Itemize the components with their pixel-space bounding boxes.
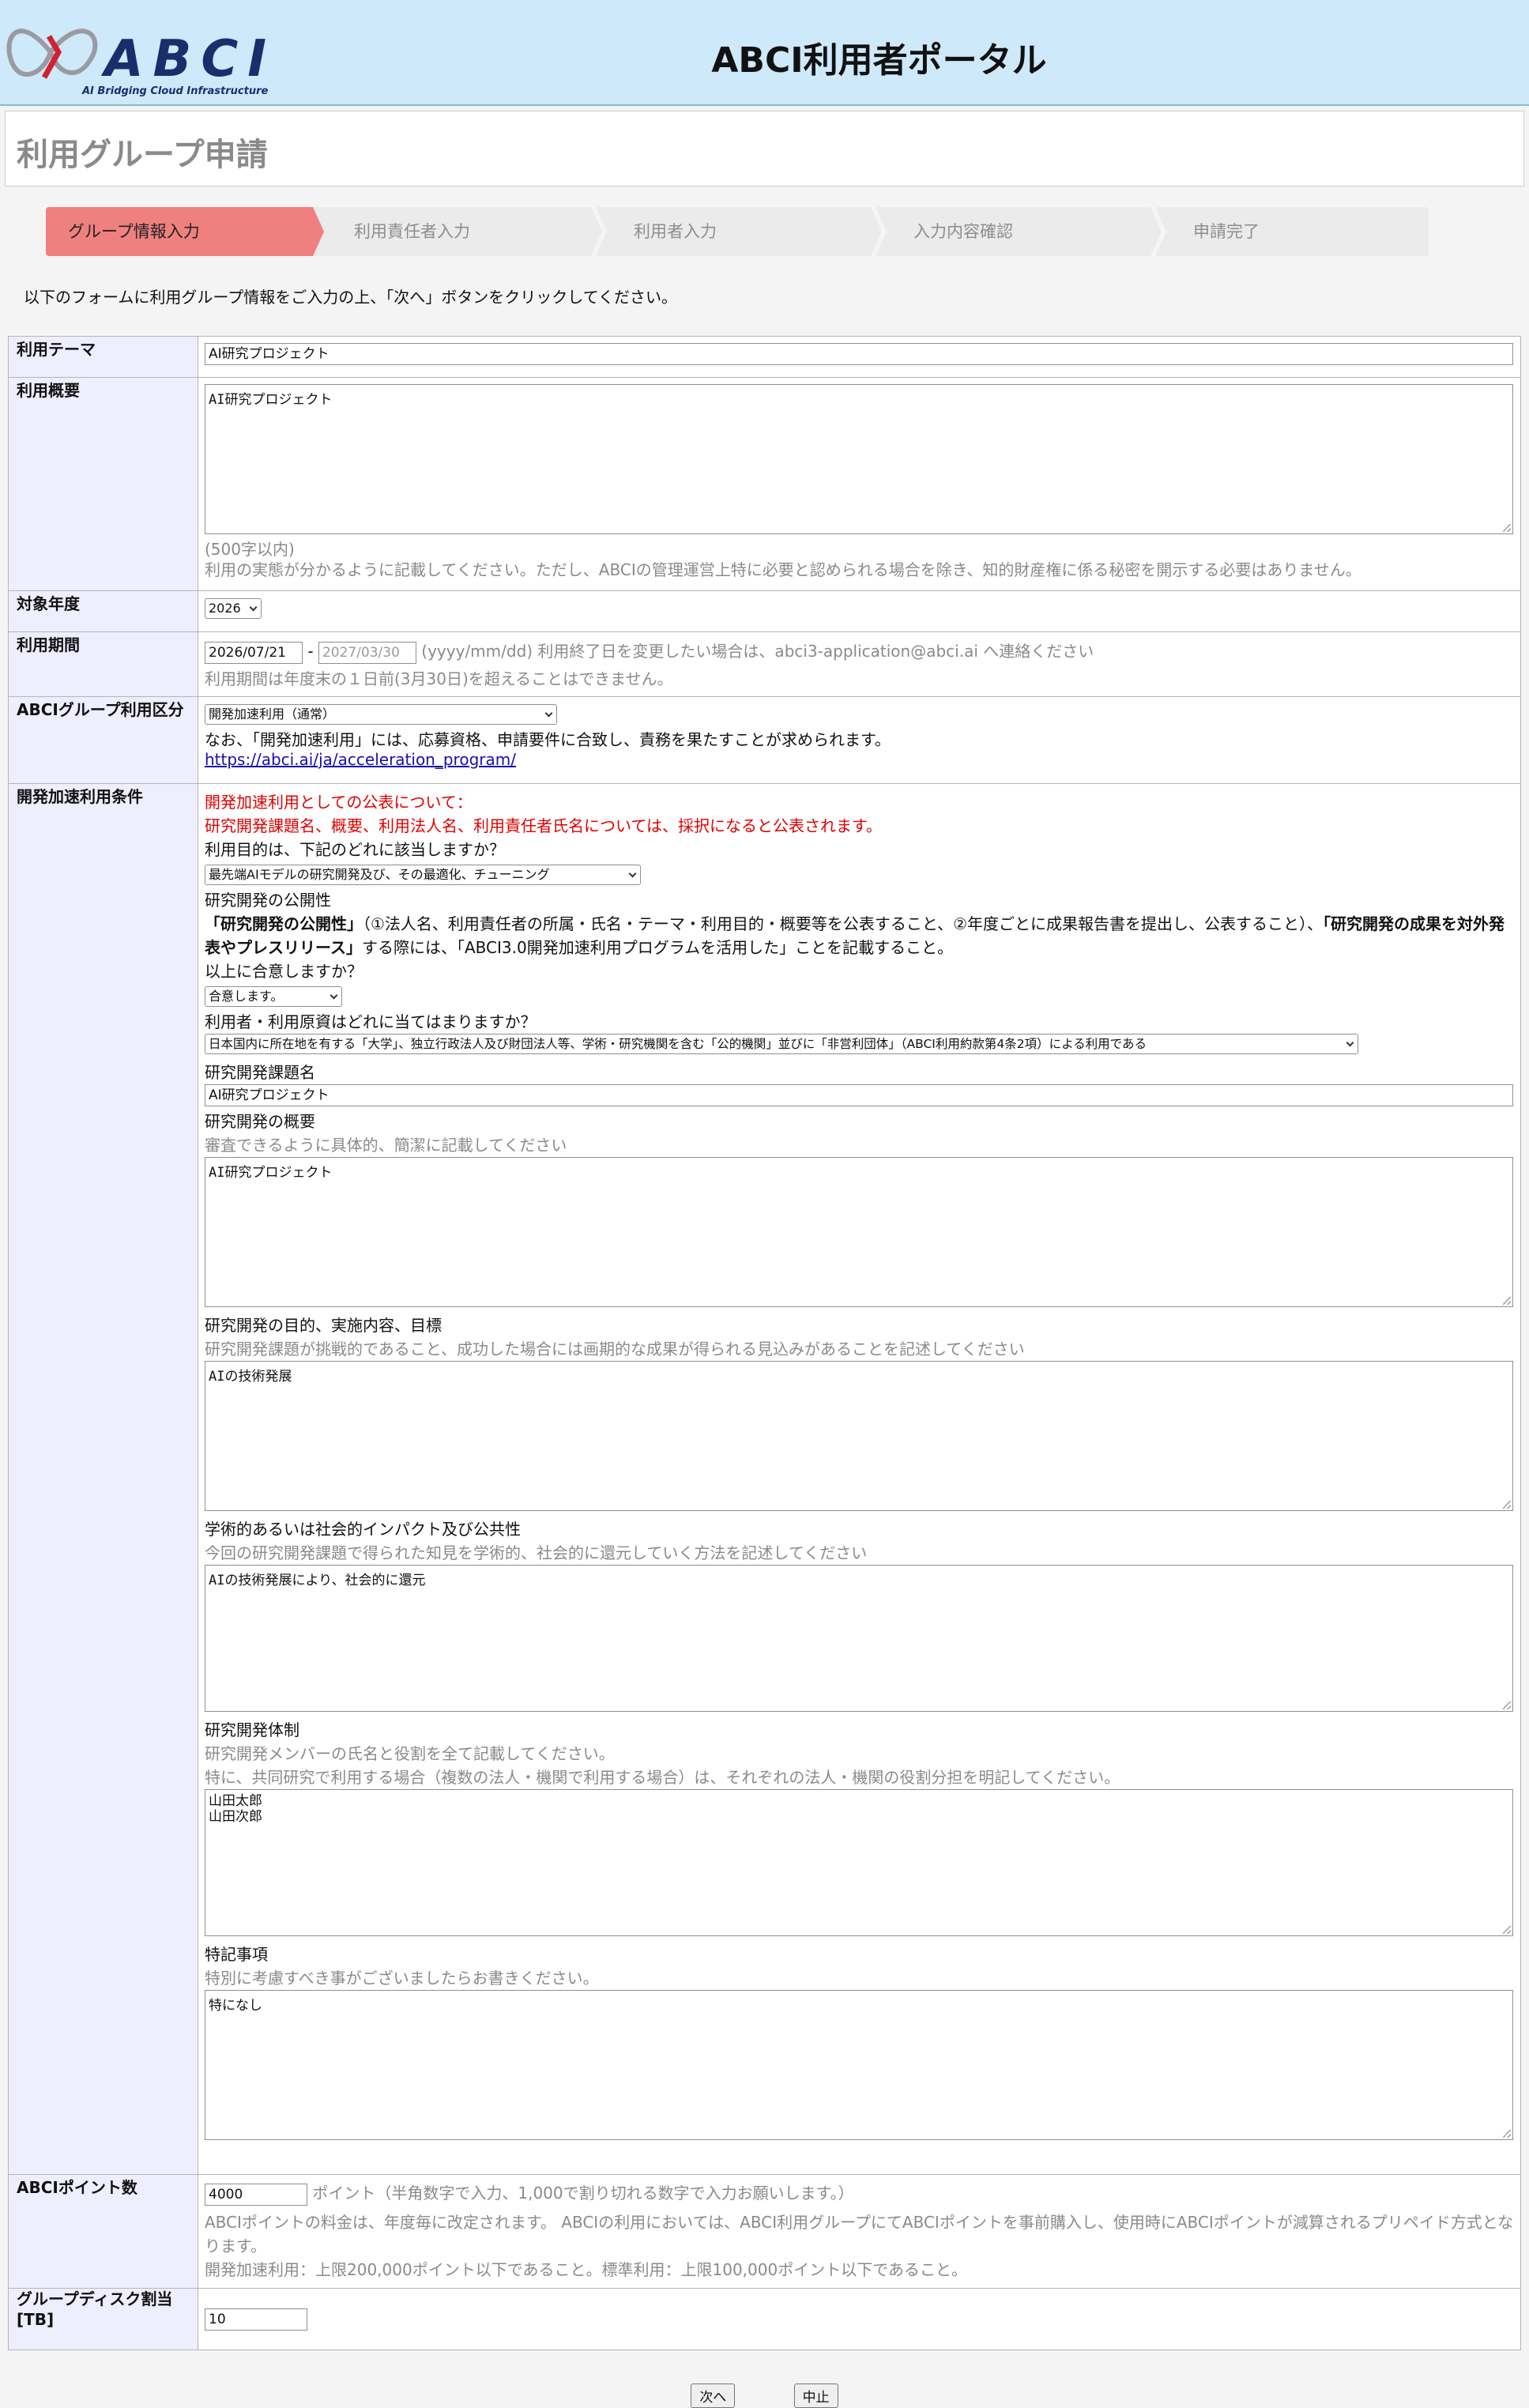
step-group-info: グループ情報入力	[46, 207, 324, 256]
progress-steps: グループ情報入力 利用責任者入力 利用者入力 入力内容確認 申請完了	[46, 207, 1429, 256]
project-goal-textarea[interactable]: AIの技術発展	[205, 1361, 1513, 1511]
year-label: 対象年度	[8, 590, 198, 632]
row-year: 対象年度 2026	[8, 590, 1521, 632]
publication-notice-text: 研究開発課題名、概要、利用法人名、利用責任者氏名については、採択になると公表され…	[205, 816, 882, 835]
step-users: 利用者入力	[634, 222, 717, 241]
period-start-input[interactable]: 2026/07/21	[205, 641, 303, 664]
period-label: 利用期間	[8, 631, 198, 697]
team-label: 研究開発体制	[205, 1720, 299, 1739]
group-application-form: 利用テーマ AI研究プロジェクト 利用概要 AI研究プロジェクト (500字以内…	[8, 336, 1521, 2350]
step-complete: 申請完了	[1193, 222, 1260, 241]
chevron-down-icon	[249, 603, 258, 612]
chevron-down-icon	[1346, 1038, 1354, 1047]
chevron-down-icon	[544, 709, 553, 718]
points-input[interactable]: 4000	[205, 2183, 307, 2206]
row-disk: グループディスク割当[TB] 10	[8, 2288, 1521, 2350]
logo-subtitle: AI Bridging Cloud Infrastructure	[82, 85, 269, 97]
cancel-button[interactable]: 中止	[793, 2384, 838, 2408]
overview-textarea[interactable]: AI研究プロジェクト	[205, 384, 1513, 534]
disk-input[interactable]: 10	[205, 2308, 307, 2331]
row-theme: 利用テーマ AI研究プロジェクト	[8, 336, 1521, 378]
project-summary-label: 研究開発の概要	[205, 1112, 315, 1131]
category-select[interactable]: 開発加速利用（通常）	[205, 704, 557, 725]
points-limit-note: 開発加速利用：上限200,000ポイント以下であること。標準利用：上限100,0…	[205, 2259, 968, 2279]
project-title-label: 研究開発課題名	[205, 1063, 315, 1082]
row-period: 利用期間 2026/07/21 - 2027/03/30 (yyyy/mm/dd…	[8, 631, 1521, 697]
period-separator: -	[307, 642, 314, 661]
period-format-note: (yyyy/mm/dd) 利用終了日を変更したい場合は、abci3-applic…	[421, 642, 1094, 661]
year-select[interactable]: 2026	[205, 598, 262, 619]
agree-question: 以上に合意しますか？	[205, 962, 363, 981]
step-responsible-person: 利用責任者入力	[354, 222, 470, 241]
portal-title: ABCI利用者ポータル	[711, 40, 1047, 81]
chevron-down-icon	[330, 991, 338, 1000]
special-notes-note: 特別に考慮すべき事がございましたらお書きください。	[205, 1969, 599, 1988]
disk-label: グループディスク割当[TB]	[8, 2288, 198, 2350]
form-buttons: 次へ 中止	[0, 2384, 1529, 2408]
overview-label: 利用概要	[8, 377, 198, 591]
points-price-note: ABCIポイントの料金は、年度毎に改定されます。 ABCIの利用においては、AB…	[205, 2212, 1514, 2255]
impact-textarea[interactable]: AIの技術発展により、社会的に還元	[205, 1565, 1513, 1712]
user-type-question: 利用者・利用原資はどれに当てはまりますか？	[205, 1012, 537, 1031]
page-title: 利用グループ申請	[17, 137, 268, 173]
openness-title: 研究開発の公開性	[205, 891, 331, 910]
period-end-input[interactable]: 2027/03/30	[318, 641, 416, 664]
overview-limit-note: (500字以内)	[205, 540, 295, 559]
points-label: ABCIポイント数	[8, 2174, 198, 2289]
special-notes-label: 特記事項	[205, 1945, 268, 1964]
impact-note: 今回の研究開発課題で得られた知見を学術的、社会的に還元していく方法を記述してくだ…	[205, 1543, 868, 1562]
purpose-question: 利用目的は、下記のどれに該当しますか？	[205, 840, 505, 859]
team-note-2: 特に、共同研究で利用する場合（複数の法人・機関で利用する場合）は、それぞれの法人…	[205, 1768, 1120, 1787]
step-confirm: 入力内容確認	[913, 222, 1013, 241]
theme-input[interactable]: AI研究プロジェクト	[205, 343, 1513, 365]
acceleration-label: 開発加速利用条件	[8, 783, 198, 2175]
openness-text: 「研究開発の公開性」（①法人名、利用責任者の所属・氏名・テーマ・利用目的・概要等…	[205, 914, 1505, 957]
team-textarea[interactable]: 山田太郎 山田次郎	[205, 1789, 1513, 1936]
instruction-text: 以下のフォームに利用グループ情報をご入力の上、「次へ」ボタンをクリックしてくださ…	[24, 288, 677, 307]
project-summary-note: 審査できるように具体的、簡潔に記載してください	[205, 1136, 567, 1155]
project-summary-textarea[interactable]: AI研究プロジェクト	[205, 1157, 1513, 1307]
row-points: ABCIポイント数 4000 ポイント（半角数字で入力、1,000で割り切れる数…	[8, 2174, 1521, 2289]
project-goal-note: 研究開発課題が挑戦的であること、成功した場合には画期的な成果が得られる見込みがあ…	[205, 1340, 1025, 1359]
purpose-select[interactable]: 最先端AIモデルの研究開発及び、その最適化、チューニング	[205, 865, 641, 885]
overview-note: 利用の実態が分かるように記載してください。ただし、ABCIの管理運営上特に必要と…	[205, 560, 1361, 579]
project-title-input[interactable]: AI研究プロジェクト	[205, 1084, 1513, 1106]
row-category: ABCIグループ利用区分 開発加速利用（通常） なお、「開発加速利用」には、応募…	[8, 696, 1521, 784]
row-overview: 利用概要 AI研究プロジェクト (500字以内) 利用の実態が分かるように記載し…	[8, 377, 1521, 591]
chevron-down-icon	[628, 869, 637, 878]
acceleration-program-link[interactable]: https://abci.ai/ja/acceleration_program/	[205, 750, 516, 769]
category-label: ABCIグループ利用区分	[8, 696, 198, 784]
next-button[interactable]: 次へ	[691, 2384, 736, 2408]
header: ABCI AI Bridging Cloud Infrastructure AB…	[0, 0, 1529, 106]
period-limit-note: 利用期間は年度末の１日前(3月30日)を超えることはできません。	[205, 669, 673, 688]
category-note: なお、「開発加速利用」には、応募資格、申請要件に合致し、責務を果たすことが求めら…	[205, 730, 891, 749]
theme-label: 利用テーマ	[8, 336, 198, 378]
publication-notice-title: 開発加速利用としての公表について：	[205, 793, 473, 812]
user-type-select[interactable]: 日本国内に所在地を有する「大学」、独立行政法人及び財団法人等、学術・研究機関を含…	[205, 1034, 1358, 1054]
project-goal-label: 研究開発の目的、実施内容、目標	[205, 1316, 442, 1335]
special-notes-textarea[interactable]: 特になし	[205, 1990, 1513, 2140]
points-unit-note: ポイント（半角数字で入力、1,000で割り切れる数字で入力お願いします。）	[312, 2184, 854, 2203]
team-note-1: 研究開発メンバーの氏名と役割を全て記載してください。	[205, 1744, 615, 1763]
row-acceleration: 開発加速利用条件 開発加速利用としての公表について： 研究開発課題名、概要、利用…	[8, 783, 1521, 2175]
page-title-box: 利用グループ申請	[5, 111, 1524, 187]
impact-label: 学術的あるいは社会的インパクト及び公共性	[205, 1520, 521, 1539]
agree-select[interactable]: 合意します。	[205, 986, 342, 1007]
